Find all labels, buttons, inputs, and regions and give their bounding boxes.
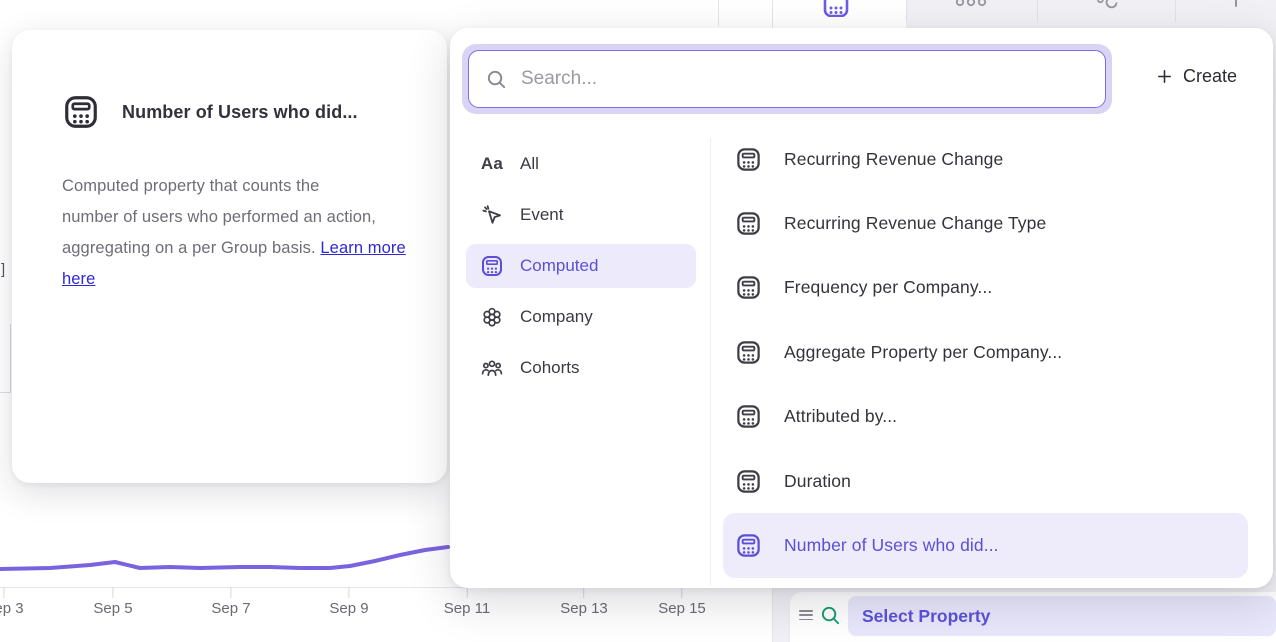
calculator-tab-icon bbox=[823, 0, 849, 17]
x-axis-tick: Sep 11 bbox=[444, 587, 490, 617]
select-property-field[interactable]: Select Property bbox=[848, 596, 1276, 636]
property-item[interactable]: Recurring Revenue Change bbox=[723, 127, 1248, 191]
x-axis-tick: Sep 15 bbox=[658, 587, 706, 617]
calculator-icon bbox=[735, 339, 762, 366]
x-axis-tick: Sep 5 bbox=[93, 587, 132, 617]
create-button-label: Create bbox=[1183, 66, 1237, 87]
cohorts-icon bbox=[480, 356, 504, 380]
tooltip-description: Computed property that counts the number… bbox=[62, 171, 424, 295]
query-builder-row: Select Property bbox=[790, 592, 1276, 642]
tick-mark bbox=[348, 587, 349, 598]
property-info-tooltip: Number of Users who did... Computed prop… bbox=[12, 30, 447, 483]
x-axis: Sep 3 Sep 5 Sep 7 Sep 9 Sep 11 Sep 13 Se… bbox=[0, 587, 772, 627]
divider bbox=[718, 0, 719, 26]
tick-mark bbox=[467, 587, 468, 598]
property-item[interactable]: Attributed by... bbox=[723, 385, 1248, 449]
calculator-icon bbox=[480, 254, 504, 278]
divider bbox=[10, 324, 11, 393]
property-item[interactable]: Duration bbox=[723, 449, 1248, 513]
property-item[interactable]: Number of Users who did... bbox=[723, 513, 1248, 577]
view-tab-bar bbox=[773, 0, 1276, 28]
text-format-icon: Aa bbox=[480, 152, 504, 176]
property-item[interactable]: Aggregate Property per Company... bbox=[723, 320, 1248, 384]
divider bbox=[710, 138, 711, 585]
x-axis-tick: Sep 13 bbox=[560, 587, 608, 617]
plus-icon bbox=[1156, 68, 1173, 85]
clipped-background-text: ] bbox=[1, 261, 5, 278]
x-axis-tick: Sep 7 bbox=[211, 587, 250, 617]
calculator-icon bbox=[735, 146, 762, 173]
calculator-icon bbox=[735, 274, 762, 301]
company-icon bbox=[480, 305, 504, 329]
category-item[interactable]: Cohorts bbox=[466, 346, 696, 390]
property-list: Recurring Revenue Change Recurring Reven… bbox=[723, 127, 1248, 578]
search-input[interactable] bbox=[508, 51, 1105, 107]
property-item[interactable]: Frequency per Company... bbox=[723, 256, 1248, 320]
bars-tab-icon bbox=[954, 0, 988, 8]
tooltip-title: Number of Users who did... bbox=[122, 102, 358, 123]
tick-mark bbox=[3, 587, 4, 598]
property-item[interactable]: Recurring Revenue Change Type bbox=[723, 191, 1248, 255]
category-item[interactable]: Event bbox=[466, 193, 696, 237]
tick-mark bbox=[230, 587, 231, 598]
x-axis-tick: Sep 3 bbox=[0, 587, 24, 617]
description-line: number of users who performed an action, bbox=[62, 208, 376, 226]
tick-mark bbox=[583, 587, 584, 598]
category-item[interactable]: Computed bbox=[466, 244, 696, 288]
search-box[interactable] bbox=[468, 50, 1106, 108]
search-icon bbox=[819, 604, 842, 627]
search-focus-ring bbox=[462, 44, 1112, 114]
tab-funnel[interactable] bbox=[1176, 0, 1276, 28]
divider bbox=[0, 392, 11, 393]
tab-computed-metric[interactable] bbox=[773, 0, 906, 28]
drag-handle-icon[interactable] bbox=[799, 610, 813, 623]
category-list: Aa All Event Computed Company Cohorts bbox=[466, 142, 696, 397]
calculator-icon bbox=[735, 403, 762, 430]
category-item[interactable]: Aa All bbox=[466, 142, 696, 186]
event-cursor-icon bbox=[480, 203, 504, 227]
tick-mark bbox=[681, 587, 682, 598]
retention-tab-icon bbox=[1091, 0, 1121, 9]
tick-mark bbox=[112, 587, 113, 598]
calculator-icon bbox=[735, 532, 762, 559]
calculator-icon bbox=[735, 468, 762, 495]
calculator-icon bbox=[62, 93, 100, 131]
description-line: aggregating on a per Group basis. bbox=[62, 239, 316, 257]
create-button[interactable]: Create bbox=[1156, 66, 1237, 87]
x-axis-tick: Sep 9 bbox=[329, 587, 368, 617]
property-picker-panel: Create Aa All Event Computed Company Coh… bbox=[450, 28, 1273, 588]
tab-bar-chart[interactable] bbox=[907, 0, 1037, 28]
calculator-icon bbox=[735, 210, 762, 237]
category-item[interactable]: Company bbox=[466, 295, 696, 339]
chart-line bbox=[0, 547, 448, 569]
funnel-tab-icon bbox=[1232, 0, 1240, 8]
tab-retention[interactable] bbox=[1038, 0, 1175, 28]
description-line: Computed property that counts the bbox=[62, 177, 319, 195]
search-icon bbox=[485, 68, 508, 91]
